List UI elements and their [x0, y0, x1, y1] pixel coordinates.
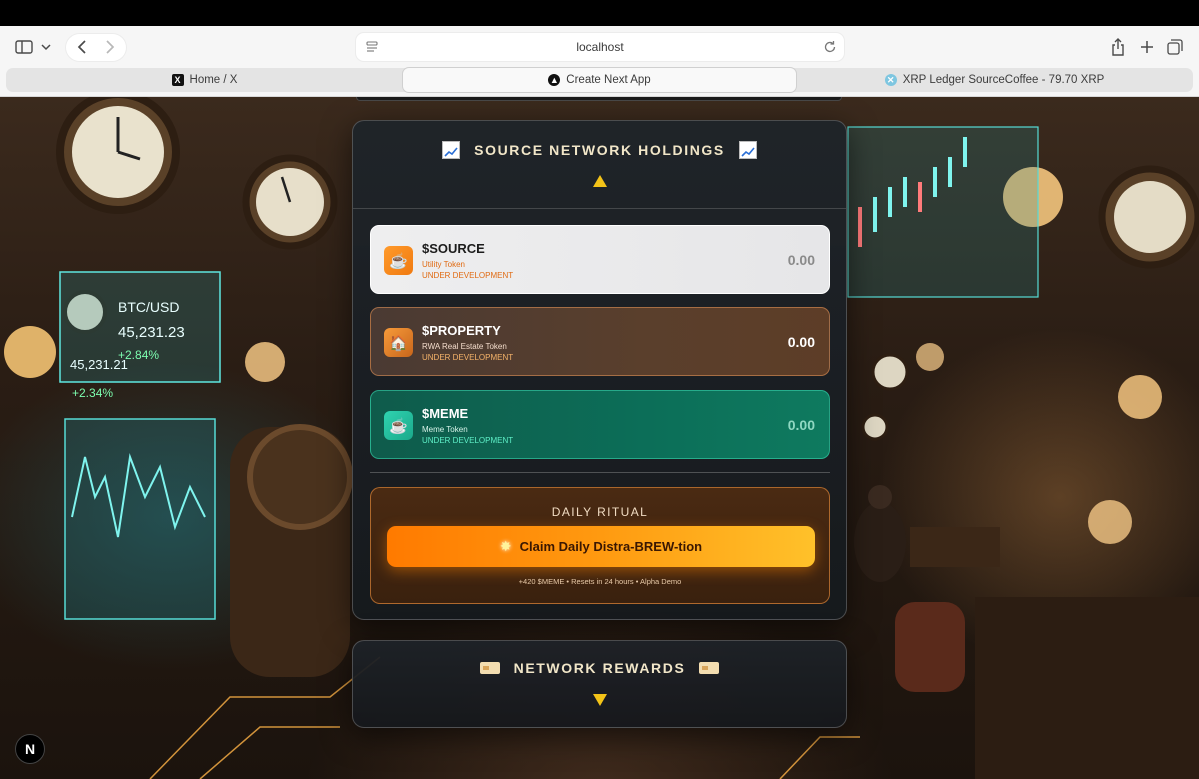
tab-label: XRP Ledger SourceCoffee - 79.70 XRP	[902, 74, 1105, 86]
ticket-icon	[699, 662, 720, 674]
divider	[370, 472, 830, 473]
tab-create-next-app[interactable]: ▲ Create Next App	[403, 68, 796, 92]
claim-daily-button[interactable]: ✸ Claim Daily Distra-BREW-tion	[387, 526, 815, 567]
token-subtitle: Utility Token	[422, 260, 465, 269]
svg-text:45,231.23: 45,231.23	[118, 324, 185, 341]
ritual-note: +420 $MEME • Resets in 24 hours • Alpha …	[518, 577, 682, 586]
xrp-icon: ✕	[884, 74, 897, 86]
system-top-strip	[0, 0, 1199, 26]
chart-increasing-icon	[442, 141, 461, 159]
svg-text:45,231.21: 45,231.21	[70, 357, 128, 372]
tab-xrp-ledger[interactable]: ✕ XRP Ledger SourceCoffee - 79.70 XRP	[796, 68, 1193, 92]
holdings-panel: SOURCE NETWORK HOLDINGS ☕ $SOURCE Utilit…	[352, 120, 847, 620]
token-card-property[interactable]: 🏠 $PROPERTY RWA Real Estate Token UNDER …	[370, 307, 830, 376]
expand-caret-down-icon[interactable]	[593, 694, 607, 706]
tab-label: Home / X	[189, 74, 238, 86]
token-status: UNDER DEVELOPMENT	[422, 436, 514, 445]
token-name: $SOURCE	[422, 241, 485, 256]
sparkle-icon: ✸	[499, 538, 512, 554]
svg-text:+2.34%: +2.34%	[72, 386, 113, 400]
nextjs-dev-badge[interactable]: N	[15, 734, 45, 764]
tab-overview-icon[interactable]	[1165, 37, 1185, 57]
nextjs-icon: ▲	[548, 74, 561, 86]
x-logo-icon: X	[171, 74, 184, 86]
token-status: UNDER DEVELOPMENT	[422, 353, 514, 362]
claim-button-label: Claim Daily Distra-BREW-tion	[519, 539, 703, 554]
forward-arrow-icon[interactable]	[100, 38, 120, 56]
rewards-title: NETWORK REWARDS	[513, 660, 686, 676]
token-subtitle: RWA Real Estate Token	[422, 342, 507, 351]
rewards-panel[interactable]: NETWORK REWARDS	[352, 640, 847, 728]
ticket-icon	[479, 662, 500, 674]
token-balance: 0.00	[787, 252, 815, 268]
browser-toolbar: localhost X Home / X ▲ Create Next App ✕…	[0, 26, 1199, 97]
holdings-title: SOURCE NETWORK HOLDINGS	[474, 142, 725, 158]
address-bar[interactable]: localhost	[356, 33, 844, 61]
tab-bar: X Home / X ▲ Create Next App ✕ XRP Ledge…	[6, 68, 1193, 92]
token-status: UNDER DEVELOPMENT	[422, 271, 514, 280]
token-card-source[interactable]: ☕ $SOURCE Utility Token UNDER DEVELOPMEN…	[370, 225, 830, 294]
back-arrow-icon[interactable]	[72, 38, 92, 56]
token-name: $PROPERTY	[422, 323, 501, 338]
daily-ritual-panel: DAILY RITUAL ✸ Claim Daily Distra-BREW-t…	[370, 487, 830, 604]
chart-increasing-icon	[738, 141, 757, 159]
svg-text:BTC/USD: BTC/USD	[118, 299, 179, 315]
card-edge	[356, 97, 842, 101]
coffee-icon: ☕	[384, 411, 413, 440]
token-balance: 0.00	[787, 334, 815, 350]
coffee-icon: ☕	[384, 246, 413, 275]
ritual-title: DAILY RITUAL	[551, 505, 649, 519]
sidebar-toggle-icon[interactable]	[12, 38, 36, 56]
house-icon: 🏠	[384, 328, 413, 357]
address-text: localhost	[576, 40, 624, 54]
tab-label: Create Next App	[566, 74, 651, 86]
collapse-caret-up-icon[interactable]	[593, 175, 607, 187]
reload-icon[interactable]	[822, 39, 838, 55]
tab-home-x[interactable]: X Home / X	[6, 68, 403, 92]
new-tab-icon[interactable]	[1137, 37, 1157, 57]
holdings-header[interactable]: SOURCE NETWORK HOLDINGS	[353, 121, 846, 209]
token-subtitle: Meme Token	[422, 425, 468, 434]
chevron-down-icon[interactable]	[38, 38, 54, 56]
token-name: $MEME	[422, 406, 469, 421]
share-icon[interactable]	[1108, 37, 1128, 57]
token-card-meme[interactable]: ☕ $MEME Meme Token UNDER DEVELOPMENT 0.0…	[370, 390, 830, 459]
token-balance: 0.00	[787, 417, 815, 433]
